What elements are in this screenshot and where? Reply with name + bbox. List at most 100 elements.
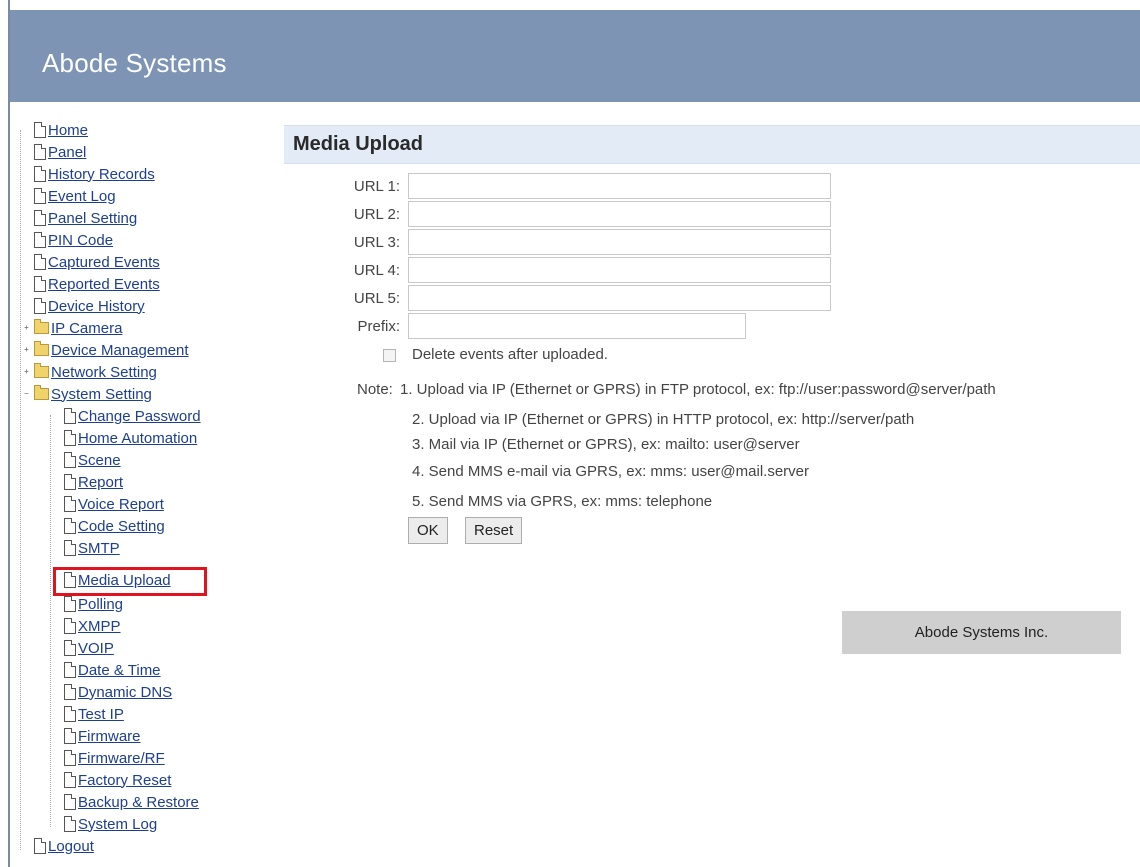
sidebar-subitem-label[interactable]: Report — [78, 474, 123, 491]
sidebar-subitem-label[interactable]: Firmware/RF — [78, 750, 165, 767]
sidebar-item-label[interactable]: Event Log — [48, 188, 116, 205]
sidebar-item-label[interactable]: History Records — [48, 166, 155, 183]
sidebar-item-label[interactable]: Network Setting — [51, 364, 157, 381]
collapse-icon[interactable]: − — [23, 390, 30, 398]
sidebar-subitem-label[interactable]: Code Setting — [78, 518, 165, 535]
delete-events-label: Delete events after uploaded. — [412, 346, 608, 363]
sidebar-subitem-label[interactable]: XMPP — [78, 618, 121, 635]
sidebar-subitem-scene[interactable]: Scene — [64, 450, 121, 470]
page-icon — [34, 188, 46, 204]
sidebar-subitem-change-password[interactable]: Change Password — [64, 406, 201, 426]
sidebar-subitem-label[interactable]: Scene — [78, 452, 121, 469]
expand-icon[interactable]: + — [23, 346, 30, 354]
sidebar-subitem-date-time[interactable]: Date & Time — [64, 660, 161, 680]
url2-input[interactable] — [408, 201, 831, 227]
sidebar-subitem-factory-reset[interactable]: Factory Reset — [64, 770, 171, 790]
page-icon — [64, 706, 76, 722]
prefix-label: Prefix: — [357, 318, 400, 335]
sidebar-item-logout[interactable]: Logout — [34, 836, 94, 856]
sidebar-subitem-firmware[interactable]: Firmware — [64, 726, 141, 746]
sidebar-item-device-history[interactable]: Device History — [34, 296, 145, 316]
page-icon — [64, 728, 76, 744]
sidebar-item-label[interactable]: Device History — [48, 298, 145, 315]
sidebar-subitem-label[interactable]: Factory Reset — [78, 772, 171, 789]
sidebar-item-label[interactable]: Captured Events — [48, 254, 160, 271]
window-top-strip — [0, 0, 1140, 10]
sidebar-subitem-label[interactable]: Voice Report — [78, 496, 164, 513]
page-icon — [64, 496, 76, 512]
url5-label: URL 5: — [353, 290, 400, 307]
sidebar-subitem-voice-report[interactable]: Voice Report — [64, 494, 164, 514]
note-line-2: 2. Upload via IP (Ethernet or GPRS) in H… — [412, 411, 915, 428]
sidebar-subitem-label[interactable]: Change Password — [78, 408, 201, 425]
sidebar-item-label[interactable]: System Setting — [51, 386, 152, 403]
note-line-3: 3. Mail via IP (Ethernet or GPRS), ex: m… — [412, 436, 800, 453]
page-icon — [34, 122, 46, 138]
sidebar-subitem-label[interactable]: Date & Time — [78, 662, 161, 679]
sidebar-item-home[interactable]: Home — [34, 120, 88, 140]
page-icon — [64, 474, 76, 490]
sidebar-subitem-voip[interactable]: VOIP — [64, 638, 114, 658]
sidebar-subitem-xmpp[interactable]: XMPP — [64, 616, 121, 636]
page-icon — [64, 750, 76, 766]
page-icon — [64, 794, 76, 810]
sidebar-subitem-label[interactable]: Firmware — [78, 728, 141, 745]
sidebar-item-panel-setting[interactable]: Panel Setting — [34, 208, 137, 228]
page-icon — [34, 232, 46, 248]
sidebar-item-label[interactable]: Reported Events — [48, 276, 160, 293]
sidebar-subitem-dynamic-dns[interactable]: Dynamic DNS — [64, 682, 172, 702]
page-icon — [64, 772, 76, 788]
url1-input[interactable] — [408, 173, 831, 199]
sidebar-subitem-label[interactable]: Test IP — [78, 706, 124, 723]
sidebar-subitem-label[interactable]: Backup & Restore — [78, 794, 199, 811]
reset-button[interactable]: Reset — [465, 517, 523, 544]
sidebar-subitem-label[interactable]: VOIP — [78, 640, 114, 657]
sidebar-subitem-label[interactable]: Polling — [78, 596, 123, 613]
sidebar-item-label[interactable]: Panel — [48, 144, 86, 161]
sidebar-item-event-log[interactable]: Event Log — [34, 186, 116, 206]
sidebar-subitem-firmware-rf[interactable]: Firmware/RF — [64, 748, 165, 768]
footer-company: Abode Systems Inc. — [914, 624, 1049, 641]
url3-input[interactable] — [408, 229, 831, 255]
expand-icon[interactable]: + — [23, 368, 30, 376]
note-line-1: 1. Upload via IP (Ethernet or GPRS) in F… — [400, 381, 996, 398]
sidebar-item-reported-events[interactable]: Reported Events — [34, 274, 160, 294]
url5-input[interactable] — [408, 285, 831, 311]
url4-input[interactable] — [408, 257, 831, 283]
prefix-input[interactable] — [408, 313, 746, 339]
sidebar-item-ip-camera[interactable]: + IP Camera — [24, 318, 122, 338]
sidebar-item-panel[interactable]: Panel — [34, 142, 86, 162]
sidebar-item-history-records[interactable]: History Records — [34, 164, 155, 184]
page-icon — [64, 662, 76, 678]
ok-button[interactable]: OK — [408, 517, 448, 544]
sidebar-item-label[interactable]: Device Management — [51, 342, 189, 359]
sidebar-subitem-home-automation[interactable]: Home Automation — [64, 428, 197, 448]
sidebar-item-device-management[interactable]: + Device Management — [24, 340, 189, 360]
page-icon — [64, 640, 76, 656]
sidebar-item-captured-events[interactable]: Captured Events — [34, 252, 160, 272]
sidebar-subitem-polling[interactable]: Polling — [64, 594, 123, 614]
sidebar-item-label[interactable]: Panel Setting — [48, 210, 137, 227]
sidebar-item-label[interactable]: IP Camera — [51, 320, 122, 337]
sidebar-item-label[interactable]: Home — [48, 122, 88, 139]
sidebar-subitem-label[interactable]: SMTP — [78, 540, 120, 557]
sidebar-subitem-test-ip[interactable]: Test IP — [64, 704, 124, 724]
sidebar-subitem-label[interactable]: System Log — [78, 816, 157, 833]
sidebar-item-label[interactable]: Logout — [48, 838, 94, 855]
delete-events-checkbox[interactable] — [383, 349, 396, 362]
expand-icon[interactable]: + — [23, 324, 30, 332]
sidebar-item-label[interactable]: PIN Code — [48, 232, 113, 249]
sidebar-subitem-system-log[interactable]: System Log — [64, 814, 157, 834]
sidebar-item-pin-code[interactable]: PIN Code — [34, 230, 113, 250]
sidebar-subitem-smtp[interactable]: SMTP — [64, 538, 120, 558]
sidebar-subitem-label[interactable]: Home Automation — [78, 430, 197, 447]
sidebar-item-network-setting[interactable]: + Network Setting — [24, 362, 157, 382]
sidebar-subitem-backup-restore[interactable]: Backup & Restore — [64, 792, 199, 812]
page-icon — [34, 166, 46, 182]
page-icon — [64, 596, 76, 612]
page-icon — [64, 816, 76, 832]
sidebar-subitem-label[interactable]: Dynamic DNS — [78, 684, 172, 701]
sidebar-item-system-setting[interactable]: − System Setting — [24, 384, 152, 404]
sidebar-subitem-code-setting[interactable]: Code Setting — [64, 516, 165, 536]
sidebar-subitem-report[interactable]: Report — [64, 472, 123, 492]
